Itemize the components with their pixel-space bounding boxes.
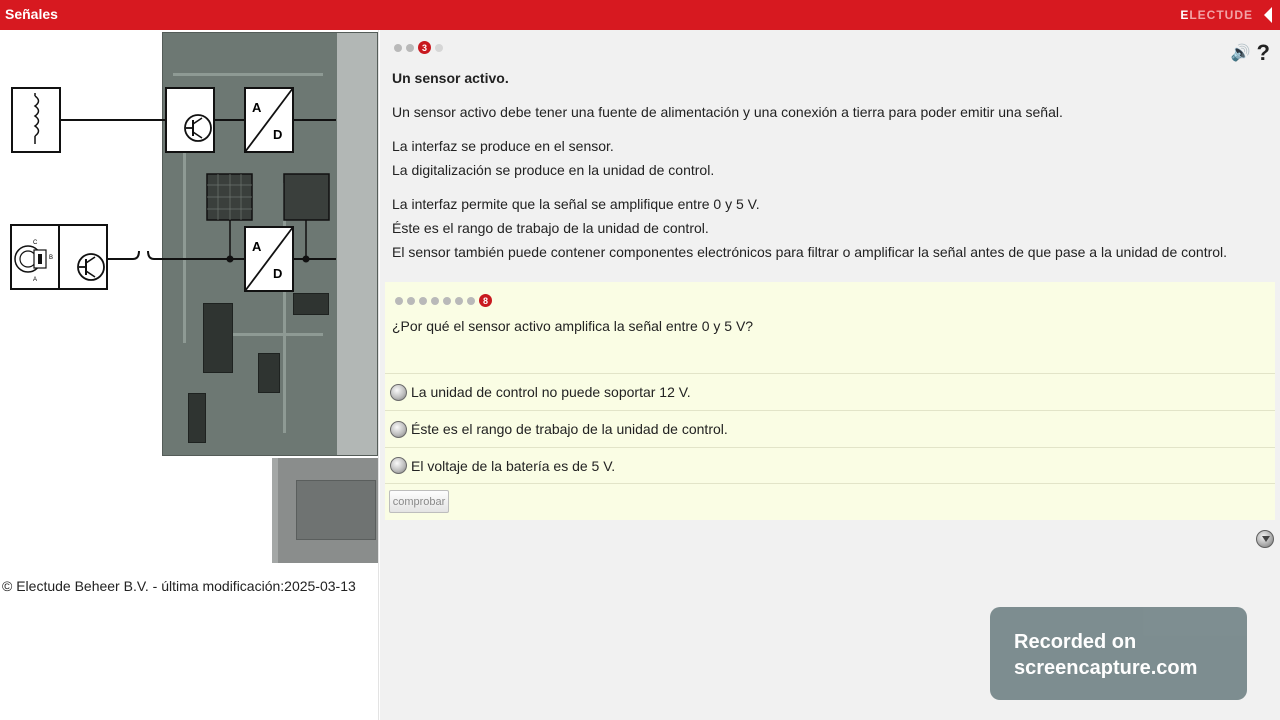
recording-watermark: Recorded on screencapture.com [990,607,1247,700]
question-dot[interactable] [419,296,427,305]
question-progress-dots: 8 [395,294,492,307]
copyright-text: © Electude Beheer B.V. - última modifica… [2,578,356,594]
radio-button[interactable] [390,457,407,474]
sensor-signal-diagram: A D C B A A D [10,87,336,292]
ecu-connector-image [272,458,378,563]
answer-option[interactable]: El voltaje de la batería es de 5 V. [385,447,1275,484]
next-page-button[interactable] [1256,530,1274,548]
question-dot-current[interactable]: 8 [479,294,492,307]
speaker-icon[interactable]: 🔊 [1231,43,1251,63]
page-dot[interactable] [394,43,402,52]
bottom-adc-d-label: D [273,266,282,281]
illustration-pane: A D C B A A D © Electude Beheer B.V. - ú… [0,30,379,720]
top-bar: Señales ELECTUDE [0,0,1280,30]
radio-button[interactable] [390,383,407,401]
lesson-text: Un sensor activo. Un sensor activo debe … [392,66,1252,274]
question-dot[interactable] [407,296,415,305]
question-dot[interactable] [395,296,403,305]
collapse-arrow-icon[interactable] [1264,7,1272,23]
quiz-question: ¿Por qué el sensor activo amplifica la s… [392,318,754,334]
quiz-panel: 8 ¿Por qué el sensor activo amplifica la… [385,282,1275,520]
watermark-line-1: Recorded on [1014,631,1137,653]
question-dot[interactable] [431,296,439,305]
lesson-paragraph: La interfaz permite que la señal se ampl… [392,196,1228,260]
question-dot[interactable] [443,296,451,305]
top-adc-a-label: A [252,100,262,115]
question-dot[interactable] [467,296,475,305]
lesson-paragraph: Un sensor activo debe tener una fuente d… [392,104,1063,120]
sensor-pin-b: B [49,255,53,261]
answer-label: La unidad de control no puede soportar 1… [411,384,691,400]
page-title: Señales [5,6,58,22]
check-button[interactable]: comprobar [389,490,449,513]
answer-option[interactable]: La unidad de control no puede soportar 1… [385,373,1275,410]
answer-label: El voltaje de la batería es de 5 V. [411,457,616,474]
page-dot[interactable] [435,43,443,52]
electude-logo: ELECTUDE [1180,8,1253,22]
page-dot[interactable] [406,43,414,52]
lesson-tools: 🔊 ? [1231,40,1270,66]
page-dot-current[interactable]: 3 [418,41,431,54]
question-dot[interactable] [455,296,463,305]
sensor-pin-c: C [33,240,38,246]
sensor-pin-a: A [33,277,37,283]
page-progress-dots: 3 [394,41,443,54]
oscilloscope-window-digital [283,173,330,221]
lesson-paragraph: La interfaz se produce en el sensor. La d… [392,138,715,178]
radio-button[interactable] [390,420,407,438]
help-icon[interactable]: ? [1257,40,1270,66]
lesson-heading: Un sensor activo. [392,70,509,86]
bottom-adc-a-label: A [252,239,262,254]
answer-option[interactable]: Éste es el rango de trabajo de la unidad… [385,410,1275,447]
top-amplifier-symbol [165,87,215,153]
watermark-line-2: screencapture.com [1014,657,1198,679]
answer-label: Éste es el rango de trabajo de la unidad… [411,421,728,437]
top-adc-d-label: D [273,127,282,142]
